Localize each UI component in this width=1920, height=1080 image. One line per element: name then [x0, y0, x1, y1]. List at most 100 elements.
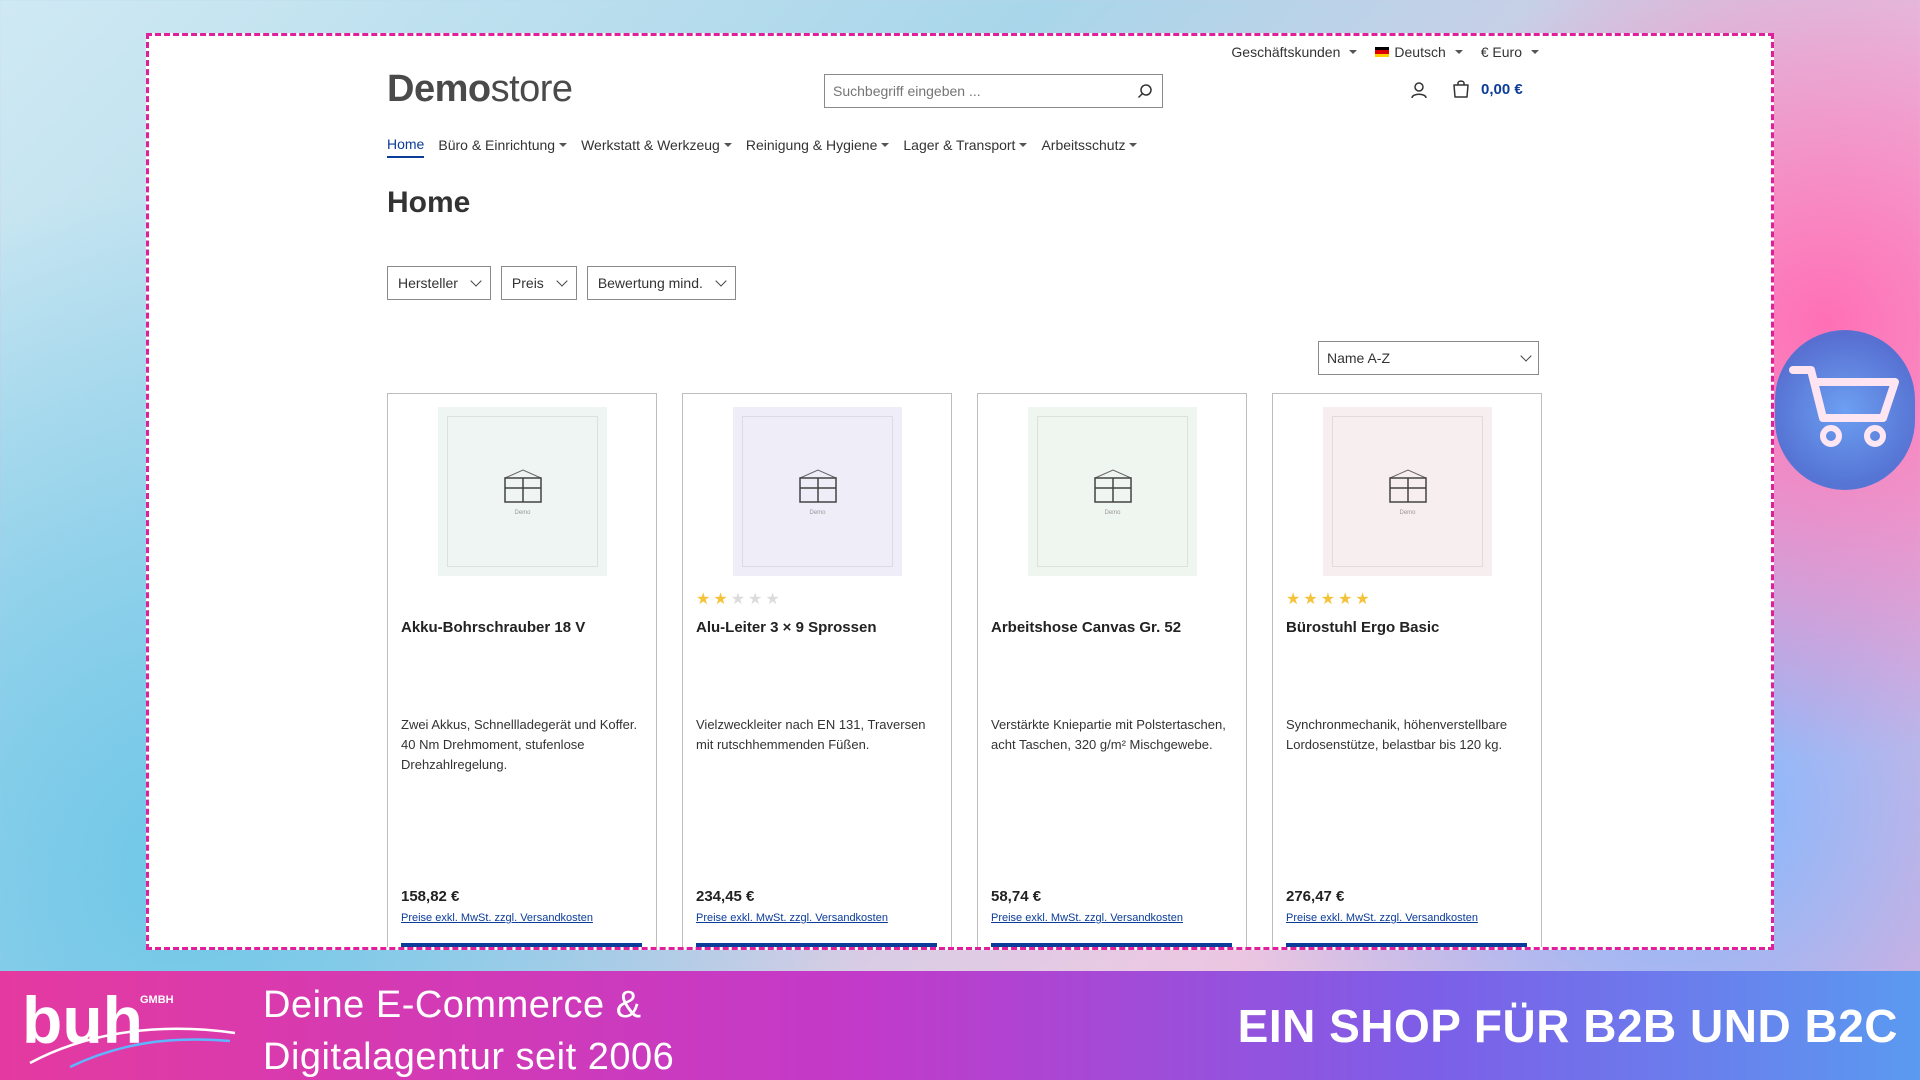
caret-down-icon	[723, 143, 732, 147]
product-image-placeholder: Demo	[1332, 416, 1483, 567]
b2b-b2c-claim: EIN SHOP FÜR B2B UND B2C	[1237, 1000, 1898, 1052]
product-card[interactable]: Demo Arbeitshose Canvas Gr. 52 Verstärkt…	[977, 393, 1247, 947]
user-icon	[1411, 82, 1427, 99]
tax-note-link[interactable]: Preise exkl. MwSt. zzgl. Versandkosten	[991, 912, 1183, 924]
tax-note-link[interactable]: Preise exkl. MwSt. zzgl. Versandkosten	[401, 912, 593, 924]
filter-rating[interactable]: Bewertung mind.	[586, 266, 736, 300]
search-input[interactable]	[825, 75, 1128, 107]
caret-down-icon	[881, 143, 890, 147]
product-image-label: Demo	[1399, 509, 1416, 516]
product-image-placeholder: Demo	[742, 416, 893, 567]
caret-down-icon	[1129, 143, 1138, 147]
product-card[interactable]: Demo ★ ★ ★ ★ ★ Alu-Leiter 3 × 9 Sprossen Vie…	[682, 393, 952, 947]
product-name[interactable]: Bürostuhl Ergo Basic	[1286, 619, 1531, 636]
image-placeholder-icon	[1093, 468, 1132, 503]
star-filled-icon: ★	[1286, 591, 1301, 608]
cart-illustration-icon	[1789, 366, 1899, 447]
star-empty-icon: ★	[765, 591, 780, 608]
language-label: Deutsch	[1394, 44, 1446, 60]
sort-selected-value: Name A-Z	[1327, 350, 1391, 366]
caret-down-icon	[1019, 143, 1028, 147]
nav-item-label: Home	[387, 136, 425, 152]
add-to-cart-button[interactable]	[401, 943, 642, 947]
nav-item-label: Büro & Einrichtung	[438, 137, 556, 153]
product-rating: ★ ★ ★ ★ ★	[696, 592, 780, 608]
filter-bar: Hersteller Preis Bewertung mind.	[387, 266, 736, 300]
shopping-bag-icon	[1453, 80, 1469, 98]
chevron-down-icon	[1520, 350, 1532, 362]
chevron-down-icon	[556, 275, 568, 287]
nav-item-werkstatt-werkzeug[interactable]: Werkstatt & Werkzeug	[581, 136, 732, 158]
product-card[interactable]: Demo Akku-Bohrschrauber 18 V Zwei Akkus,…	[387, 393, 657, 947]
add-to-cart-button[interactable]	[696, 943, 937, 947]
star-filled-icon: ★	[1338, 591, 1353, 608]
nav-item-label: Lager & Transport	[903, 137, 1016, 153]
product-card[interactable]: Demo ★ ★ ★ ★ ★ Bürostuhl Ergo Basic Synchron…	[1272, 393, 1542, 947]
add-to-cart-button[interactable]	[1286, 943, 1527, 947]
star-filled-icon: ★	[1303, 591, 1318, 608]
star-filled-icon: ★	[713, 591, 728, 608]
logo-bold-text: Demo	[387, 68, 491, 110]
product-grid: Demo Akku-Bohrschrauber 18 V Zwei Akkus,…	[387, 393, 1542, 947]
nav-item-buero-einrichtung[interactable]: Büro & Einrichtung	[438, 136, 568, 158]
shop-page: Geschäftskunden Deutsch € Euro Demostore	[387, 36, 1542, 947]
add-to-cart-button[interactable]	[991, 943, 1232, 947]
product-name[interactable]: Arbeitshose Canvas Gr. 52	[991, 619, 1236, 636]
filter-label: Preis	[511, 275, 544, 291]
tax-note-link[interactable]: Preise exkl. MwSt. zzgl. Versandkosten	[1286, 912, 1478, 924]
tax-note-link[interactable]: Preise exkl. MwSt. zzgl. Versandkosten	[696, 912, 888, 924]
nav-item-reinigung-hygiene[interactable]: Reinigung & Hygiene	[746, 136, 890, 158]
nav-item-label: Reinigung & Hygiene	[745, 137, 878, 153]
product-description: Zwei Akkus, Schnellladegerät und Koffer.…	[401, 717, 638, 772]
logo-brand-suffix: GMBH	[140, 994, 174, 1006]
decorative-cart-graphic	[1775, 330, 1915, 490]
nav-item-lager-transport[interactable]: Lager & Transport	[903, 136, 1028, 158]
product-name[interactable]: Alu-Leiter 3 × 9 Sprossen	[696, 619, 941, 636]
star-filled-icon: ★	[1355, 591, 1370, 608]
image-placeholder-icon	[1388, 468, 1427, 503]
product-image[interactable]: Demo	[1028, 407, 1197, 576]
search-bar	[824, 74, 1163, 108]
page-title: Home	[387, 186, 471, 219]
nav-item-home[interactable]: Home	[387, 136, 425, 158]
product-image[interactable]: Demo	[438, 407, 607, 576]
caret-down-icon	[559, 143, 568, 147]
filter-manufacturer[interactable]: Hersteller	[387, 266, 491, 300]
search-button[interactable]	[1128, 75, 1162, 107]
account-button[interactable]	[1410, 81, 1428, 104]
sort-select[interactable]: Name A-Z	[1318, 341, 1539, 375]
star-empty-icon: ★	[730, 591, 746, 608]
currency-dropdown[interactable]: € Euro	[1481, 44, 1539, 60]
tagline-line-1: Deine E-Commerce &	[263, 984, 642, 1026]
nav-item-arbeitsschutz[interactable]: Arbeitsschutz	[1041, 136, 1138, 158]
nav-item-label: Arbeitsschutz	[1041, 137, 1126, 153]
product-image[interactable]: Demo	[733, 407, 902, 576]
language-dropdown[interactable]: Deutsch	[1375, 44, 1463, 60]
filter-label: Hersteller	[398, 275, 458, 291]
product-rating: ★ ★ ★ ★ ★	[1286, 592, 1370, 608]
promo-footer-banner: buh GMBH Deine E-Commerce & Digitalagent…	[0, 971, 1920, 1080]
product-price: 276,47 €	[1286, 888, 1345, 905]
star-filled-icon: ★	[696, 591, 711, 608]
filter-price[interactable]: Preis	[500, 266, 577, 300]
currency-label: € Euro	[1480, 44, 1522, 60]
product-image-label: Demo	[809, 509, 826, 516]
product-image-placeholder: Demo	[1037, 416, 1188, 567]
chevron-down-icon	[470, 275, 482, 287]
cart-button[interactable]: 0,00 €	[1451, 79, 1523, 99]
product-image-label: Demo	[514, 509, 531, 516]
image-placeholder-icon	[798, 468, 837, 503]
topbar: Geschäftskunden Deutsch € Euro	[1231, 44, 1539, 60]
customer-group-dropdown[interactable]: Geschäftskunden	[1231, 44, 1358, 60]
customer-group-label: Geschäftskunden	[1231, 44, 1341, 60]
tagline-line-2: Digitalagentur seit 2006	[263, 1036, 675, 1078]
star-empty-icon: ★	[748, 591, 763, 608]
shop-screenshot-frame: Geschäftskunden Deutsch € Euro Demostore	[146, 33, 1774, 950]
chevron-down-icon	[715, 275, 727, 287]
store-logo[interactable]: Demostore	[387, 68, 573, 111]
logo-brand-text: buh	[22, 983, 143, 1057]
product-name[interactable]: Akku-Bohrschrauber 18 V	[401, 619, 646, 636]
cart-total: 0,00 €	[1481, 80, 1523, 98]
product-image[interactable]: Demo	[1323, 407, 1492, 576]
product-price: 58,74 €	[991, 888, 1042, 905]
